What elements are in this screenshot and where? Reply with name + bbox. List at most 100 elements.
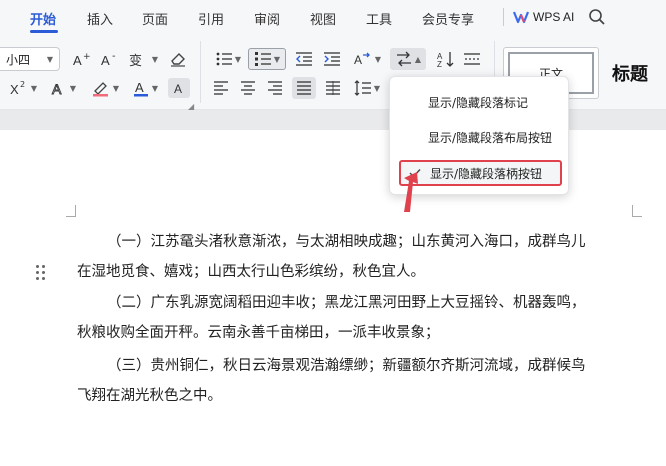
align-left-button[interactable] <box>210 78 232 98</box>
chevron-down-icon: ▼ <box>373 83 381 93</box>
svg-text:A: A <box>52 81 62 96</box>
svg-text:-: - <box>112 51 116 62</box>
grow-font-icon: A + <box>73 52 91 67</box>
svg-text:A: A <box>101 53 110 67</box>
justify-button[interactable] <box>292 77 316 99</box>
paragraph-line: （一）江苏鼋头渚秋意渐浓，与太湖相映成趣；山东黄河入海口，成群鸟儿 <box>107 234 586 250</box>
align-center-button[interactable] <box>237 78 259 98</box>
columns-icon <box>464 53 480 65</box>
shrink-font-icon: A- <box>101 51 116 67</box>
align-right-icon <box>268 81 282 95</box>
tab-view[interactable]: 视图 <box>310 9 336 28</box>
text-direction-icon: A <box>354 52 370 67</box>
pointer-arrow-icon <box>404 172 418 212</box>
character-shading-icon: A <box>174 82 182 96</box>
paragraph-line: （三）贵州铜仁，秋日云海景观浩瀚缥缈；新疆额尔齐斯河流域，成群候鸟 <box>107 358 586 374</box>
clear-format-button[interactable] <box>166 49 190 69</box>
decrease-indent-icon <box>296 52 312 66</box>
sort-button[interactable]: AZ <box>434 49 458 69</box>
align-right-button[interactable] <box>264 78 286 98</box>
highlight-button[interactable]: ▼ <box>86 78 124 98</box>
menu-bar: 开始 插入 页面 引用 审阅 视图 工具 会员专享 WPS AI <box>0 0 666 34</box>
font-color-button[interactable]: A ▼ <box>128 78 162 98</box>
menu-item-show-handle-buttons[interactable]: 显示/隐藏段落柄按钮 <box>399 160 562 186</box>
menu-item-label: 显示/隐藏段落柄按钮 <box>430 166 543 181</box>
distributed-align-icon <box>326 81 340 95</box>
chevron-down-icon: ▼ <box>273 54 281 64</box>
svg-text:+: + <box>83 52 91 62</box>
paragraph-1[interactable]: （一）江苏鼋头渚秋意渐浓，与太湖相映成趣；山东黄河入海口，成群鸟儿 在湿地觅食、… <box>77 227 637 287</box>
wps-ai-label: WPS AI <box>533 10 575 24</box>
paragraph-line: 在湿地觅食、嬉戏；山西太行山色彩缤纷，秋色宜人。 <box>77 264 425 280</box>
font-size-select[interactable]: 小四 ▼ <box>0 47 60 71</box>
search-icon[interactable] <box>588 8 606 26</box>
line-spacing-button[interactable]: ▼ <box>350 78 384 98</box>
chevron-down-icon: ▼ <box>374 54 382 64</box>
svg-text:2: 2 <box>20 80 25 89</box>
chevron-down-icon: ▼ <box>30 83 38 93</box>
menu-item-label: 显示/隐藏段落标记 <box>428 95 529 110</box>
style-title[interactable]: 标题 <box>612 60 648 86</box>
eraser-icon <box>171 53 185 67</box>
increase-indent-icon <box>324 52 340 66</box>
tab-member[interactable]: 会员专享 <box>422 9 474 28</box>
text-effect-button[interactable]: A ▼ <box>46 78 80 98</box>
shrink-font-button[interactable]: A- <box>98 49 122 69</box>
character-shading-button[interactable]: A <box>168 78 190 98</box>
distribute-columns-button[interactable] <box>460 49 484 69</box>
chevron-down-icon: ▼ <box>112 83 120 93</box>
menu-divider <box>503 8 504 26</box>
line-spacing-icon <box>354 80 371 96</box>
increase-indent-button[interactable] <box>320 49 344 69</box>
tab-insert[interactable]: 插入 <box>87 9 113 28</box>
paragraph-3[interactable]: （三）贵州铜仁，秋日云海景观浩瀚缥缈；新疆额尔齐斯河流域，成群候鸟 飞翔在湖光秋… <box>77 351 637 411</box>
decrease-indent-button[interactable] <box>292 49 316 69</box>
paragraph-handle-icon[interactable] <box>36 265 46 281</box>
active-tab-indicator <box>30 30 58 33</box>
tab-tools[interactable]: 工具 <box>366 9 392 28</box>
chevron-down-icon: ▼ <box>46 54 53 64</box>
show-hide-paragraph-button[interactable]: ▲ <box>390 48 426 70</box>
svg-text:A: A <box>174 82 182 96</box>
paragraph-line: 飞翔在湖光秋色之中。 <box>77 388 222 404</box>
numbered-list-button[interactable]: ▼ <box>248 48 286 70</box>
numbered-list-icon <box>254 52 271 66</box>
phonetic-icon: 变 <box>129 53 142 67</box>
grow-font-button[interactable]: A + <box>70 49 94 69</box>
menu-item-show-layout-buttons[interactable]: 显示/隐藏段落布局按钮 <box>390 124 568 150</box>
chevron-down-icon: ▼ <box>234 54 242 64</box>
paragraph-line: （二）广东乳源宽阔稻田迎丰收；黑龙江黑河田野上大豆摇铃、机器轰鸣， <box>107 295 586 311</box>
page-margin-mark-left <box>66 205 76 217</box>
tab-references[interactable]: 引用 <box>198 9 224 28</box>
text-effect-icon: A <box>51 81 62 96</box>
menu-item-label: 显示/隐藏段落布局按钮 <box>428 130 553 145</box>
bullet-list-icon <box>216 52 232 66</box>
align-center-icon <box>241 81 255 95</box>
phonetic-guide-button[interactable]: 变 ▼ <box>126 49 160 69</box>
svg-text:A: A <box>73 53 82 67</box>
justify-icon <box>297 81 311 95</box>
distributed-align-button[interactable] <box>322 78 344 98</box>
svg-text:A: A <box>354 53 362 67</box>
svg-text:A: A <box>135 80 144 95</box>
tab-page[interactable]: 页面 <box>142 9 168 28</box>
tab-review[interactable]: 审阅 <box>254 9 280 28</box>
svg-text:变: 变 <box>129 53 142 67</box>
superscript-button[interactable]: X2 ▼ <box>6 78 40 98</box>
align-left-icon <box>214 81 228 95</box>
tab-home[interactable]: 开始 <box>30 9 56 28</box>
svg-text:X: X <box>10 82 19 96</box>
wps-ai-logo-icon <box>513 11 529 24</box>
highlighter-icon <box>92 82 108 97</box>
font-size-value: 小四 <box>6 52 31 67</box>
paragraph-line: 秋粮收购全面开秤。云南永善千亩梯田，一派丰收景象； <box>77 325 440 341</box>
menu-item-show-paragraph-marks[interactable]: 显示/隐藏段落标记 <box>390 89 568 115</box>
wps-ai-button[interactable]: WPS AI <box>513 8 574 26</box>
bullet-list-button[interactable]: ▼ <box>212 49 244 69</box>
font-color-icon: A <box>133 80 148 97</box>
paragraph-2[interactable]: （二）广东乳源宽阔稻田迎丰收；黑龙江黑河田野上大豆摇铃、机器轰鸣， 秋粮收购全面… <box>77 288 637 348</box>
text-direction-button[interactable]: A ▼ <box>350 49 384 69</box>
chevron-down-icon: ▼ <box>69 83 77 93</box>
sort-icon: AZ <box>437 52 454 67</box>
chevron-down-icon: ▼ <box>151 83 159 93</box>
